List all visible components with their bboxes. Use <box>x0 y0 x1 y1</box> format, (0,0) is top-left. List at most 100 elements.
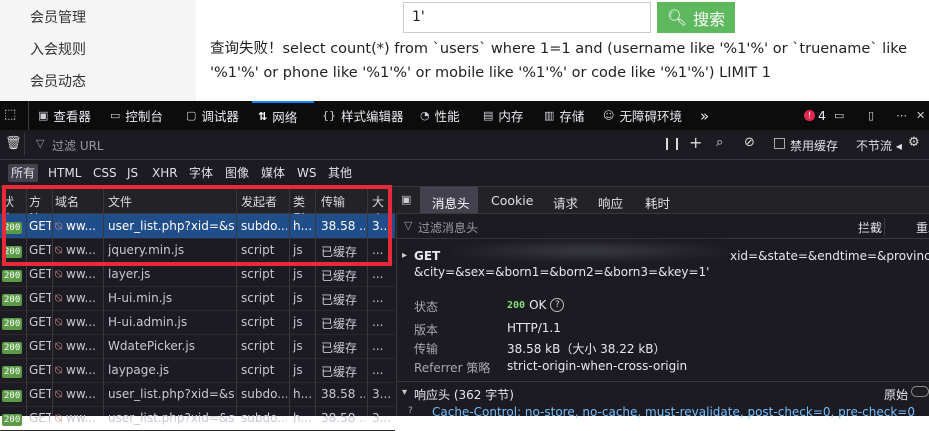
tab-style-editor[interactable]: {} 样式编辑器 <box>322 101 404 130</box>
status-badge: 200 <box>2 270 23 282</box>
tab-network[interactable]: ⇅ 网络 <box>252 101 314 130</box>
filter-url-input[interactable]: 过滤 URL <box>52 137 104 154</box>
tab-label: 内存 <box>498 109 524 124</box>
pick-element-icon[interactable]: ⬚ <box>4 107 18 122</box>
block-button[interactable]: 拦截 <box>858 219 882 236</box>
error-count-badge[interactable]: ! 4 <box>804 101 826 130</box>
help-icon[interactable]: ? <box>550 298 565 312</box>
nav-item-member-rules[interactable]: 入会规则 <box>30 39 86 59</box>
accessibility-icon: ☺ <box>603 109 615 122</box>
menu-icon[interactable]: ⋯ <box>896 101 907 130</box>
tab-accessibility[interactable]: ☺ 无障碍环境 <box>603 101 682 130</box>
cell-size: 3... <box>372 387 392 401</box>
toggle-sidebar-icon[interactable]: ▣ <box>401 193 411 206</box>
cell-initiator: script <box>241 339 275 353</box>
cell-status: 200 <box>2 411 24 426</box>
filter-xhr[interactable]: XHR <box>149 164 181 182</box>
domain-text: ww... <box>66 411 96 425</box>
settings-icon[interactable]: ⚙ <box>908 135 920 150</box>
insecure-lock-icon: ⍉ <box>55 387 67 401</box>
cell-file: user_list.php?xid=&state <box>108 411 235 425</box>
search-input[interactable]: 1' <box>403 2 651 33</box>
filter-js[interactable]: JS <box>124 164 141 182</box>
search-button[interactable]: 🔍︎ 搜索 <box>657 2 735 33</box>
cell-transfer: 已缓存 <box>321 269 358 283</box>
tab-debugger[interactable]: ▢ 调试器 <box>186 101 239 130</box>
table-row[interactable]: 200 GET ⍉ ww... user_list.php?xid=&state sub… <box>0 382 395 407</box>
table-row[interactable]: 200 GET ⍉ ww... H-ui.admin.js script js 已缓存... <box>0 310 395 335</box>
cell-file: laypage.js <box>108 363 170 377</box>
raw-toggle[interactable] <box>911 386 929 397</box>
cell-method: GET <box>29 267 51 281</box>
table-row[interactable]: 200 GET ⍉ ww... laypage.js script js 已缓存... <box>0 358 395 383</box>
filter-images[interactable]: 图像 <box>222 164 252 182</box>
cell-initiator: subdo... <box>241 411 287 425</box>
response-headers-label[interactable]: 响应头 (362 字节) <box>414 386 514 403</box>
disable-cache-checkbox[interactable] <box>774 138 785 149</box>
filter-css[interactable]: CSS <box>90 164 120 182</box>
performance-icon: ◔ <box>420 109 430 122</box>
chevron-down-icon[interactable]: ▾ <box>402 387 407 398</box>
tab-label: 性能 <box>434 109 460 124</box>
block-icon[interactable]: ⊘ <box>744 135 755 150</box>
filter-all[interactable]: 所有 <box>8 164 39 182</box>
nav-item-member-manage[interactable]: 会员管理 <box>30 7 86 27</box>
tab-label: 控制台 <box>125 109 163 124</box>
cell-type: js <box>293 291 303 305</box>
resend-button[interactable]: 重发 <box>916 219 929 236</box>
filter-fonts[interactable]: 字体 <box>186 164 216 182</box>
status-badge: 200 <box>2 342 23 354</box>
chevron-right-icon[interactable]: ▸ <box>402 250 407 261</box>
table-row[interactable]: 200 GET ⍉ ww... WdatePicker.js script js 已缓存..… <box>0 334 395 359</box>
tab-storage[interactable]: ▥ 存储 <box>544 101 584 130</box>
cell-initiator: script <box>241 291 275 305</box>
close-icon[interactable]: ✕ <box>916 101 925 130</box>
tab-console[interactable]: ▭ 控制台 <box>110 101 163 130</box>
status-code: 200 <box>507 299 526 311</box>
tab-memory[interactable]: ▤ 内存 <box>483 101 523 130</box>
status-text: OK <box>529 298 547 312</box>
tab-inspector[interactable]: ▣ 查看器 <box>38 101 91 130</box>
nav-item-member-news[interactable]: 会员动态 <box>30 71 86 91</box>
insecure-lock-icon: ⍉ <box>55 315 67 329</box>
cell-type: h... <box>293 411 313 425</box>
error-count: 4 <box>818 108 826 123</box>
disable-cache-label: 禁用缓存 <box>790 139 839 153</box>
pause-icon[interactable]: ❙❙ <box>662 136 682 150</box>
split-console-icon[interactable]: ▭ <box>834 101 844 130</box>
throttle-select[interactable]: 不节流 ◂ <box>856 137 902 154</box>
table-row[interactable]: 200 GET ⍉ ww... user_list.php?xid=&state sub… <box>0 406 395 431</box>
cell-size: ... <box>372 267 384 281</box>
detail-tab-timings[interactable]: 耗时 <box>645 193 670 212</box>
style-editor-icon: {} <box>322 109 336 122</box>
filter-html[interactable]: HTML <box>45 164 84 182</box>
more-tabs-icon[interactable]: » <box>700 101 709 130</box>
cell-domain: ⍉ ww... <box>55 315 101 330</box>
detail-tab-response[interactable]: 响应 <box>598 193 623 212</box>
cell-type: js <box>293 315 303 329</box>
filter-icon: ▽ <box>36 137 45 150</box>
filter-ws[interactable]: WS <box>294 164 319 182</box>
detail-tab-headers[interactable]: 消息头 <box>432 193 470 212</box>
trash-icon[interactable]: 🗑︎ <box>5 136 22 151</box>
storage-icon: ▥ <box>544 109 555 122</box>
filter-other[interactable]: 其他 <box>325 164 355 182</box>
tab-performance[interactable]: ◔ 性能 <box>420 101 460 130</box>
detail-tab-cookie[interactable]: Cookie <box>491 193 533 208</box>
error-message: 查询失败！select count(*) from `users` where … <box>210 41 908 81</box>
responsive-design-icon[interactable]: ▯ <box>868 101 874 130</box>
detail-tab-request[interactable]: 请求 <box>553 193 578 212</box>
search-network-icon[interactable]: ⌕ <box>716 135 723 150</box>
cell-size: ... <box>372 291 384 305</box>
insecure-lock-icon: ⍉ <box>55 411 67 425</box>
raw-label: 原始 <box>884 388 909 402</box>
filter-headers-input[interactable]: 过滤消息头 <box>418 219 478 236</box>
cell-transfer: 已缓存 <box>321 293 358 307</box>
add-icon[interactable]: + <box>689 133 702 152</box>
referrer-label: Referrer 策略 <box>414 361 491 375</box>
table-row[interactable]: 200 GET ⍉ ww... H-ui.min.js script js 已缓存... <box>0 286 395 311</box>
filter-media[interactable]: 媒体 <box>258 164 288 182</box>
cell-domain: ⍉ ww... <box>55 387 101 402</box>
cell-size: ... <box>372 363 384 377</box>
version-value: HTTP/1.1 <box>507 321 561 335</box>
